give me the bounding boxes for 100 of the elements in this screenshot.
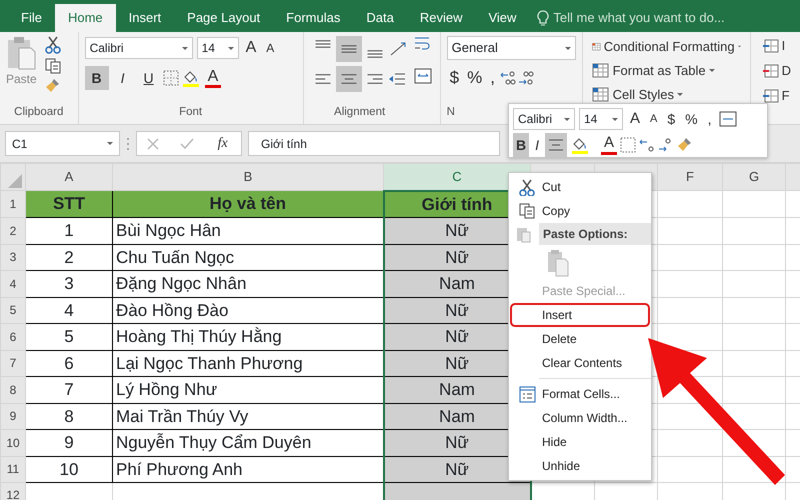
name-box[interactable]: C1 (5, 131, 120, 156)
column-header[interactable]: G (722, 164, 786, 190)
scissors-icon (518, 178, 536, 196)
vertical-align-icon (366, 50, 383, 58)
column-header[interactable]: A (26, 164, 112, 190)
number-format-dropdown[interactable]: General (446, 36, 576, 60)
ribbon-tab[interactable]: Data (353, 4, 407, 32)
styles-button[interactable]: Conditional Formatting (588, 36, 744, 57)
row-number[interactable]: 6 (0, 324, 26, 350)
table-cell: 5 (26, 324, 112, 350)
font-style-button[interactable]: I (110, 66, 135, 90)
menu-heading: Paste Options: (539, 223, 651, 245)
column-header[interactable]: B (112, 164, 384, 190)
lightbulb-icon (537, 10, 550, 26)
shrink-font-button[interactable]: A (647, 107, 660, 131)
row-number[interactable]: 11 (0, 456, 26, 482)
row-number[interactable]: 2 (0, 218, 26, 244)
font-size-dropdown[interactable]: 14 (579, 108, 623, 130)
cells-icon (762, 63, 780, 79)
caret-icon (564, 46, 571, 50)
row-number[interactable]: 3 (0, 244, 26, 270)
borders-icon[interactable] (162, 70, 179, 86)
font-name-dropdown[interactable]: Calibri (84, 37, 193, 59)
ribbon-tab[interactable]: File (8, 4, 55, 32)
font-style-button[interactable]: U (136, 66, 161, 90)
group-label: Alignment (333, 104, 386, 120)
menu-item[interactable]: Insert (510, 303, 650, 327)
table-style-icon (592, 62, 610, 78)
merge-icon[interactable] (718, 111, 736, 127)
horizontal-align-icon (366, 74, 383, 84)
italic-button[interactable]: I (532, 133, 542, 157)
align-button[interactable] (336, 66, 362, 92)
caret-icon (228, 46, 234, 50)
number-format-button[interactable]: $ (446, 66, 462, 90)
row-number[interactable]: 4 (0, 270, 26, 297)
row-number[interactable]: 5 (0, 297, 26, 324)
increase-decimal-icon[interactable] (500, 70, 516, 86)
bold-button[interactable]: B (513, 133, 530, 157)
tell-me-field[interactable]: Tell me what you want to do... (553, 8, 725, 28)
number-format-button[interactable]: , (704, 107, 714, 131)
row-number[interactable]: 1 (0, 190, 26, 218)
align-button[interactable] (336, 36, 362, 62)
borders-icon[interactable] (620, 137, 636, 153)
ribbon-tab[interactable]: Home (54, 4, 116, 32)
number-format-button[interactable]: $ (664, 107, 678, 131)
ribbon-tab[interactable]: Insert (116, 4, 174, 32)
center-button[interactable] (545, 133, 568, 157)
grow-font-button[interactable]: A (242, 36, 260, 60)
number-format-button[interactable]: % (682, 107, 701, 131)
ribbon-tab[interactable]: Review (406, 4, 476, 32)
row-number[interactable]: 8 (0, 376, 26, 403)
row-number[interactable]: 7 (0, 350, 26, 376)
font-color-button[interactable]: A (204, 68, 222, 88)
shrink-font-button[interactable]: A (263, 36, 278, 60)
decrease-decimal-icon[interactable] (518, 70, 534, 86)
group-label: Clipboard (13, 104, 64, 120)
styles-button[interactable]: Format as Table (588, 60, 744, 81)
vertical-align-icon (314, 40, 331, 48)
caret-icon (738, 45, 741, 48)
paintbrush-icon[interactable] (677, 137, 694, 153)
vertical-align-icon (340, 45, 357, 53)
font-color-button[interactable]: A (601, 135, 618, 155)
ribbon-tab[interactable]: View (475, 4, 530, 32)
grow-font-button[interactable]: A (627, 107, 644, 131)
caret-icon (107, 142, 113, 145)
table-cell: 3 (26, 270, 112, 297)
copy-icon[interactable] (44, 58, 61, 74)
table-cell: 4 (26, 297, 112, 324)
scissors-icon[interactable] (44, 36, 61, 54)
caret-icon (564, 118, 570, 120)
wrap-text-icon[interactable] (414, 36, 432, 52)
font-size-dropdown[interactable]: 14 (196, 37, 239, 59)
ribbon-tab[interactable]: Formulas (273, 4, 354, 32)
cells-button[interactable]: D (758, 61, 794, 81)
ribbon-tab[interactable]: Page Layout (174, 4, 274, 32)
column-header[interactable]: F (658, 164, 722, 190)
caret-icon (182, 46, 188, 50)
font-name-dropdown[interactable]: Calibri (513, 108, 575, 130)
group-label: Font (178, 104, 204, 120)
header-cell: STT (26, 190, 112, 218)
number-format-button[interactable]: % (464, 66, 486, 90)
caret-icon (708, 69, 715, 72)
row-number[interactable]: 10 (0, 430, 26, 456)
increase-decimal-icon[interactable] (639, 137, 656, 153)
insert-function-button[interactable]: fx (214, 134, 231, 154)
table-cell: 8 (26, 403, 112, 430)
row-number[interactable]: 12 (0, 482, 26, 500)
indent-icon[interactable] (388, 71, 406, 87)
row-number[interactable]: 9 (0, 403, 26, 430)
paintbrush-icon[interactable] (44, 78, 61, 94)
header-cell: Họ và tên (112, 190, 384, 218)
caret-icon (677, 93, 684, 96)
cells-icon (762, 38, 780, 54)
font-style-button[interactable]: B (84, 66, 109, 90)
number-format-button[interactable]: , (487, 66, 498, 90)
horizontal-align-icon (314, 74, 331, 84)
cells-button[interactable]: I (758, 36, 794, 56)
table-cell: 10 (26, 456, 112, 482)
table-cell: 6 (26, 350, 112, 376)
formula-field[interactable]: Giới tính (248, 131, 500, 156)
